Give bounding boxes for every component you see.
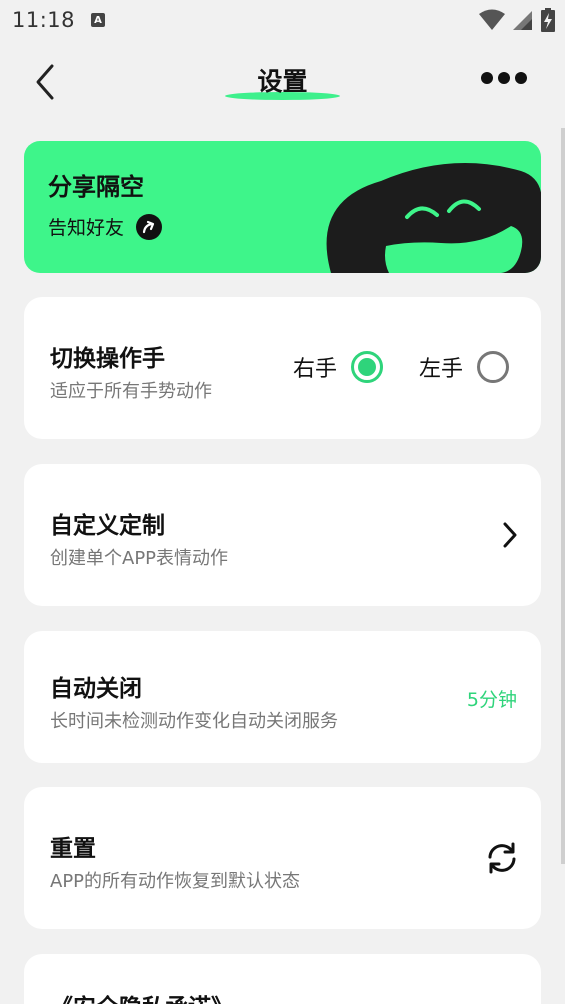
signal-icon <box>513 11 532 30</box>
nav-bar: 设置 <box>0 48 565 114</box>
battery-charging-icon <box>541 8 555 32</box>
privacy-title: 《安全隐私承诺》 <box>50 988 234 1004</box>
more-button[interactable] <box>481 72 527 84</box>
radio-left-hand[interactable]: 左手 <box>419 351 509 383</box>
status-icons <box>479 8 555 32</box>
scrollbar[interactable] <box>561 128 565 864</box>
radio-selected-icon[interactable] <box>350 351 383 383</box>
hand-switch-subtitle: 适应于所有手势动作 <box>50 381 212 402</box>
auto-close-title: 自动关闭 <box>50 676 142 702</box>
refresh-icon[interactable] <box>485 841 519 875</box>
chevron-right-icon <box>503 522 517 548</box>
reset-title: 重置 <box>50 836 96 862</box>
custom-subtitle: 创建单个APP表情动作 <box>50 548 229 569</box>
reset-subtitle: APP的所有动作恢复到默认状态 <box>50 871 301 892</box>
auto-close-card[interactable]: 自动关闭 长时间未检测动作变化自动关闭服务 5分钟 <box>24 631 541 763</box>
hand-switch-title: 切换操作手 <box>50 346 165 372</box>
radio-right-hand[interactable]: 右手 <box>293 351 383 383</box>
hand-radio-group: 右手 左手 <box>293 351 509 383</box>
privacy-card[interactable]: 《安全隐私承诺》 <box>24 954 541 1004</box>
auto-close-subtitle: 长时间未检测动作变化自动关闭服务 <box>50 711 338 732</box>
share-banner[interactable]: 分享隔空 告知好友 <box>24 141 541 273</box>
radio-right-hand-label: 右手 <box>292 357 337 382</box>
wifi-icon <box>479 9 505 30</box>
hand-switch-card: 切换操作手 适应于所有手势动作 右手 左手 <box>24 297 541 439</box>
custom-card[interactable]: 自定义定制 创建单个APP表情动作 <box>24 464 541 606</box>
more-dots-icon <box>481 72 493 84</box>
reset-card[interactable]: 重置 APP的所有动作恢复到默认状态 <box>24 787 541 929</box>
share-subtitle-text: 告知好友 <box>48 217 125 239</box>
page-title: 设置 <box>257 67 308 96</box>
share-subtitle: 告知好友 <box>48 213 163 240</box>
status-time: 11:18 <box>12 8 76 32</box>
radio-unselected-icon[interactable] <box>477 351 509 383</box>
share-title: 分享隔空 <box>48 173 144 201</box>
mascot-illustration <box>326 163 541 273</box>
status-bar: 11:18 A <box>0 0 565 40</box>
auto-close-value: 5分钟 <box>466 689 517 711</box>
notification-badge: A <box>91 13 106 27</box>
radio-left-hand-label: 左手 <box>418 357 463 382</box>
share-arrow-icon[interactable] <box>136 213 163 240</box>
custom-title: 自定义定制 <box>50 513 165 539</box>
